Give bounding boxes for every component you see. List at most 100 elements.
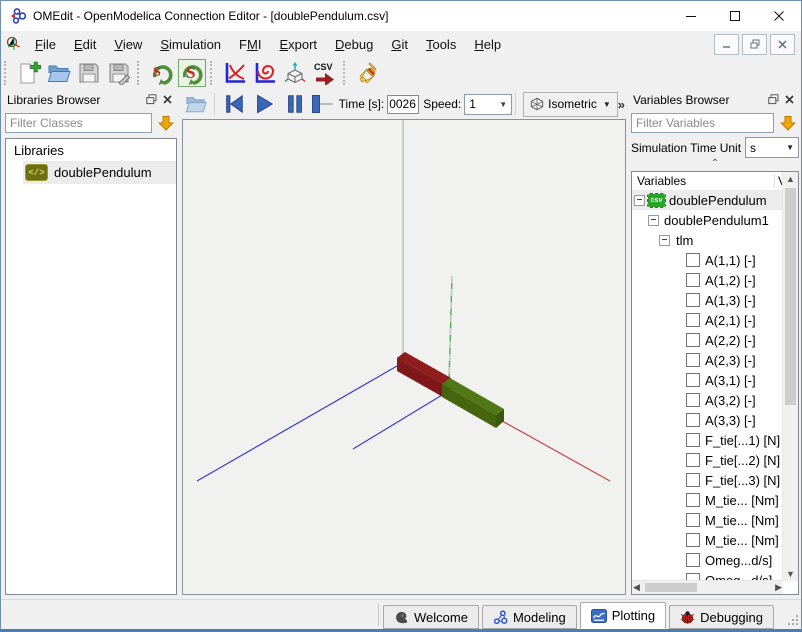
- pause-button[interactable]: [280, 91, 308, 117]
- variable-tree-item[interactable]: M_tie... [Nm]: [632, 490, 783, 510]
- new-animation-window-button[interactable]: [281, 59, 309, 87]
- tab-plotting[interactable]: Plotting: [580, 602, 666, 629]
- time-slider[interactable]: [312, 94, 333, 114]
- float-panel-button[interactable]: [765, 92, 781, 108]
- variable-tree-item[interactable]: tlm: [632, 230, 783, 250]
- 3d-viewport[interactable]: [182, 119, 626, 595]
- tab-debugging[interactable]: Debugging: [669, 605, 774, 629]
- splitter-handle[interactable]: ⌃: [629, 160, 801, 168]
- variable-tree-item[interactable]: A(1,2) [-]: [632, 270, 783, 290]
- filter-options-button[interactable]: [155, 113, 177, 133]
- save-as-button[interactable]: [105, 59, 133, 87]
- close-panel-button[interactable]: [781, 92, 797, 108]
- variable-checkbox[interactable]: [686, 553, 700, 567]
- collapse-icon[interactable]: [659, 235, 670, 246]
- open-file-button[interactable]: [45, 59, 73, 87]
- re-simulate-button[interactable]: S: [148, 59, 176, 87]
- variable-checkbox[interactable]: [686, 433, 700, 447]
- vertical-scrollbar[interactable]: ▲ ▼: [782, 172, 798, 581]
- collapse-icon[interactable]: [648, 215, 659, 226]
- view-perspective-dropdown[interactable]: Isometric ▼: [523, 92, 618, 117]
- variable-tree-item[interactable]: F_tie[...1) [N]: [632, 430, 783, 450]
- variable-checkbox[interactable]: [686, 473, 700, 487]
- variable-checkbox[interactable]: [686, 313, 700, 327]
- menu-fmi[interactable]: FMI: [230, 34, 270, 55]
- resize-grip[interactable]: [788, 615, 798, 625]
- variable-tree-item[interactable]: A(3,1) [-]: [632, 370, 783, 390]
- variable-tree-item[interactable]: M_tie... [Nm]: [632, 510, 783, 530]
- scroll-right-icon[interactable]: ▶: [775, 581, 782, 594]
- variable-tree-item[interactable]: A(3,2) [-]: [632, 390, 783, 410]
- filter-classes-input[interactable]: [5, 113, 152, 133]
- variable-tree-item[interactable]: A(1,1) [-]: [632, 250, 783, 270]
- menu-edit[interactable]: Edit: [65, 34, 105, 55]
- title-bar[interactable]: OMEdit - OpenModelica Connection Editor …: [1, 1, 801, 31]
- close-button[interactable]: [757, 1, 801, 31]
- variable-tree-item[interactable]: A(3,3) [-]: [632, 410, 783, 430]
- mdi-restore-button[interactable]: [742, 34, 767, 55]
- toolbar-handle[interactable]: [4, 61, 10, 85]
- minimize-button[interactable]: [669, 1, 713, 31]
- menu-file[interactable]: File: [26, 34, 65, 55]
- menu-tools[interactable]: Tools: [417, 34, 465, 55]
- filter-variables-input[interactable]: [631, 113, 774, 133]
- variable-checkbox[interactable]: [686, 513, 700, 527]
- scroll-down-icon[interactable]: ▼: [783, 569, 798, 579]
- variable-tree-item[interactable]: A(1,3) [-]: [632, 290, 783, 310]
- speed-combobox[interactable]: 1 ▼: [464, 94, 512, 115]
- variable-checkbox[interactable]: [686, 353, 700, 367]
- tab-modeling[interactable]: Modeling: [482, 605, 577, 629]
- variable-tree-item[interactable]: M_tie... [Nm]: [632, 530, 783, 550]
- variable-tree-item[interactable]: F_tie[...2) [N]: [632, 450, 783, 470]
- new-parametric-plot-button[interactable]: [251, 59, 279, 87]
- filter-options-button[interactable]: [777, 113, 799, 133]
- menu-help[interactable]: Help: [465, 34, 510, 55]
- time-unit-combobox[interactable]: s ▼: [745, 137, 799, 158]
- mdi-minimize-button[interactable]: [714, 34, 739, 55]
- variable-checkbox[interactable]: [686, 413, 700, 427]
- new-plot-window-button[interactable]: [221, 59, 249, 87]
- toolbar-handle[interactable]: [210, 61, 216, 85]
- scrollbar-thumb[interactable]: [645, 583, 697, 592]
- menu-export[interactable]: Export: [270, 34, 326, 55]
- tab-welcome[interactable]: Welcome: [383, 605, 479, 629]
- variable-tree-item[interactable]: F_tie[...3) [N]: [632, 470, 783, 490]
- scroll-left-icon[interactable]: ◀: [633, 581, 640, 594]
- open-result-file-button[interactable]: [182, 91, 210, 117]
- menu-simulation[interactable]: Simulation: [151, 34, 230, 55]
- initialize-button[interactable]: [219, 91, 247, 117]
- variable-tree-item[interactable]: csvdoublePendulum: [632, 190, 783, 210]
- save-button[interactable]: [75, 59, 103, 87]
- maximize-button[interactable]: [713, 1, 757, 31]
- horizontal-scrollbar[interactable]: ◀ ▶: [632, 580, 783, 594]
- variable-tree-item[interactable]: A(2,1) [-]: [632, 310, 783, 330]
- variable-checkbox[interactable]: [686, 493, 700, 507]
- new-file-button[interactable]: [15, 59, 43, 87]
- time-input[interactable]: [387, 95, 419, 114]
- toolbar-handle[interactable]: [343, 61, 349, 85]
- export-csv-button[interactable]: CSV: [311, 59, 339, 87]
- variable-checkbox[interactable]: [686, 453, 700, 467]
- menu-view[interactable]: View: [105, 34, 151, 55]
- variable-checkbox[interactable]: [686, 333, 700, 347]
- variable-tree-item[interactable]: A(2,3) [-]: [632, 350, 783, 370]
- variable-checkbox[interactable]: [686, 393, 700, 407]
- menu-git[interactable]: Git: [382, 34, 417, 55]
- variable-checkbox[interactable]: [686, 533, 700, 547]
- variable-checkbox[interactable]: [686, 253, 700, 267]
- menu-debug[interactable]: Debug: [326, 34, 382, 55]
- slider-handle[interactable]: [312, 95, 320, 113]
- variable-tree-item[interactable]: Omeg...d/s]: [632, 550, 783, 570]
- scrollbar-thumb[interactable]: [785, 188, 796, 405]
- variable-tree-item[interactable]: A(2,2) [-]: [632, 330, 783, 350]
- variable-checkbox[interactable]: [686, 373, 700, 387]
- re-simulate-setup-button[interactable]: S: [178, 59, 206, 87]
- play-button[interactable]: [250, 91, 278, 117]
- scroll-up-icon[interactable]: ▲: [783, 174, 798, 184]
- clear-plot-window-button[interactable]: [354, 59, 382, 87]
- variable-tree-item[interactable]: doublePendulum1: [632, 210, 783, 230]
- variable-checkbox[interactable]: [686, 293, 700, 307]
- collapse-icon[interactable]: [634, 195, 645, 206]
- close-panel-button[interactable]: [159, 92, 175, 108]
- variable-checkbox[interactable]: [686, 273, 700, 287]
